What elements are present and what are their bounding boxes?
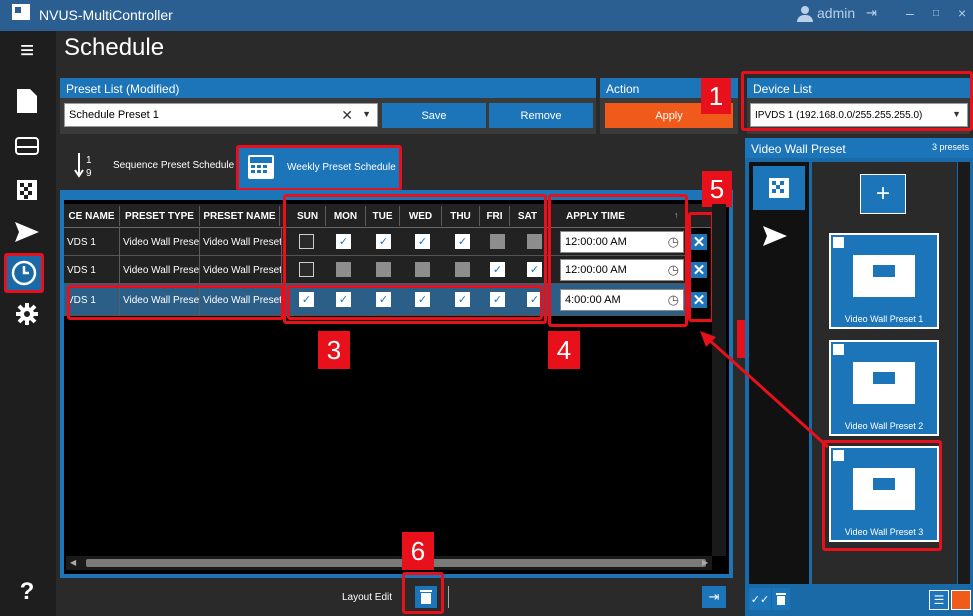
callout-box-4 <box>548 194 688 327</box>
minimize-icon[interactable]: – <box>906 5 914 21</box>
trash-icon[interactable] <box>772 588 790 610</box>
cell-type: Video Wall Preset <box>120 228 200 256</box>
send-icon[interactable] <box>763 226 787 251</box>
videowall-header: Video Wall Preset 3 presets <box>745 138 973 158</box>
maximize-icon[interactable]: □ <box>933 8 939 19</box>
tab-videowall-grid[interactable] <box>753 166 805 210</box>
page-title: Schedule <box>64 34 165 61</box>
videowall-preset-tile[interactable]: Video Wall Preset 1 <box>829 233 939 329</box>
layout-edit-label: Layout Edit <box>342 592 393 603</box>
preset-select-value: Schedule Preset 1 <box>69 109 159 121</box>
divider <box>448 586 449 608</box>
col-device-name[interactable]: CE NAME <box>64 206 120 226</box>
layout-thumbnail-icon <box>853 255 915 297</box>
user-name[interactable]: admin <box>817 5 855 21</box>
videowall-preset-tile[interactable]: Video Wall Preset 2 <box>829 340 939 436</box>
check-all-icon[interactable]: ✓✓ <box>749 588 771 610</box>
device-icon[interactable] <box>11 130 43 162</box>
app-logo-icon <box>12 4 30 20</box>
callout-badge-4: 4 <box>548 331 580 369</box>
callout-box-5 <box>688 212 714 322</box>
save-button[interactable]: Save <box>382 103 486 128</box>
col-preset-type[interactable]: PRESET TYPE <box>120 206 200 226</box>
scroll-thumb[interactable] <box>86 559 706 567</box>
help-icon[interactable]: ? <box>11 576 43 608</box>
add-preset-button[interactable]: + <box>860 174 906 214</box>
callout-badge-6: 6 <box>402 532 434 570</box>
callout-badge-5: 5 <box>702 171 732 207</box>
preset-list-header: Preset List (Modified) <box>60 78 596 98</box>
cell-type: Video Wall Preset <box>120 256 200 284</box>
cell-name: Video Wall Preset 1 <box>200 228 282 256</box>
document-icon[interactable] <box>11 85 43 117</box>
remove-button[interactable]: Remove <box>489 103 593 128</box>
calendar-icon <box>248 155 274 179</box>
cell-name: Video Wall Preset 2 <box>200 256 282 284</box>
sort-numeric-icon: 19 <box>74 152 96 179</box>
close-icon[interactable]: × <box>958 5 966 21</box>
tile-view-icon[interactable] <box>951 590 971 610</box>
svg-text:9: 9 <box>86 168 92 178</box>
send-icon[interactable] <box>11 216 43 248</box>
collapse-right-icon[interactable]: ⇥ <box>702 586 726 608</box>
callout-arrow <box>700 331 830 449</box>
layout-thumbnail-icon <box>853 362 915 404</box>
clear-icon[interactable]: ✕ <box>341 107 353 124</box>
callout-box-3b <box>287 285 543 320</box>
menu-icon[interactable]: ≡ <box>11 35 43 67</box>
tab-weekly-preset[interactable]: Weekly Preset Schedule <box>236 145 402 191</box>
col-preset-name[interactable]: PRESET NAME <box>200 206 280 226</box>
horizontal-scrollbar[interactable]: ◀ ▶ <box>66 556 712 570</box>
callout-box-6 <box>402 572 444 614</box>
cell-device: VDS 1 <box>64 256 120 284</box>
settings-gear-icon[interactable] <box>11 298 43 330</box>
user-icon <box>797 6 813 22</box>
chevron-down-icon[interactable]: ▼ <box>362 109 371 119</box>
tile-checkbox[interactable] <box>833 237 844 248</box>
preset-count: 3 presets <box>931 142 969 152</box>
schedule-clock-icon[interactable] <box>4 253 44 293</box>
callout-box-row <box>67 285 284 320</box>
callout-box-1 <box>741 71 973 131</box>
preset-select[interactable]: Schedule Preset 1 ✕ ▼ <box>64 103 378 127</box>
videowall-scrollbar[interactable] <box>958 162 970 584</box>
list-view-icon[interactable]: ☰ <box>929 590 949 610</box>
cell-device: VDS 1 <box>64 228 120 256</box>
callout-badge-1: 1 <box>701 78 731 114</box>
videowall-grid-icon[interactable] <box>11 174 43 206</box>
app-title: NVUS-MultiController <box>39 7 173 23</box>
svg-text:1: 1 <box>86 155 92 166</box>
tab-weekly-label: Weekly Preset Schedule <box>287 162 396 173</box>
callout-box-2 <box>822 440 942 551</box>
nav-rail: ≡ ? <box>0 31 56 616</box>
callout-badge-3: 3 <box>318 331 350 369</box>
title-bar: NVUS-MultiController admin ⇥ – □ × <box>0 0 973 31</box>
logout-icon[interactable]: ⇥ <box>866 5 877 21</box>
tab-sequence-preset[interactable]: Sequence Preset Schedule <box>113 160 234 171</box>
